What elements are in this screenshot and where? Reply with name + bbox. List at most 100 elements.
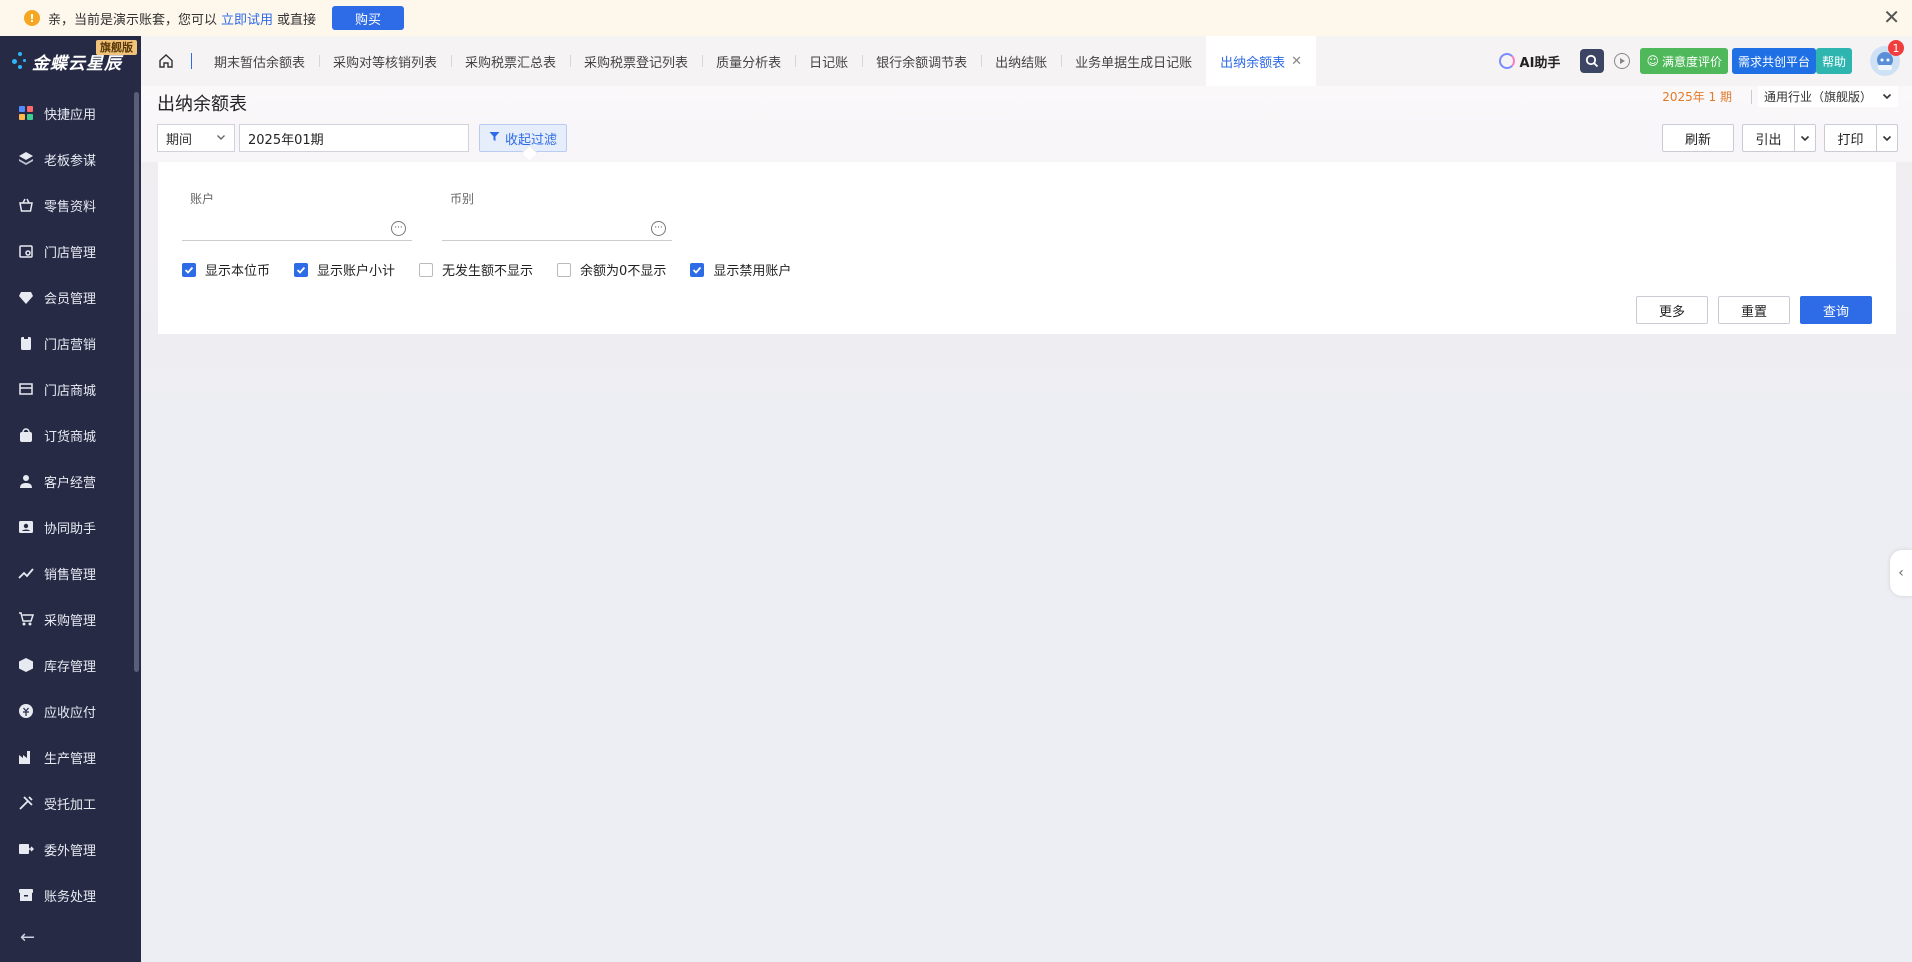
chevron-down-icon — [1882, 90, 1892, 104]
coin-icon — [18, 703, 34, 719]
checkbox-checked-icon[interactable] — [182, 262, 196, 277]
checkbox-unchecked-icon[interactable] — [419, 262, 434, 277]
grid-icon — [18, 105, 34, 121]
ai-assistant-button[interactable]: AI助手 — [1498, 52, 1560, 71]
sidebar-item[interactable]: 门店营销 — [0, 320, 141, 366]
tab-label: 采购对等核销列表 — [333, 55, 438, 71]
close-tab-icon[interactable]: ✕ — [1291, 54, 1302, 69]
sidebar-item[interactable]: 委外管理 — [0, 826, 141, 872]
reset-button[interactable]: 重置 — [1718, 296, 1790, 324]
sidebar-item[interactable]: 应收应付 — [0, 688, 141, 734]
diamond-icon — [18, 289, 34, 305]
chevron-left-icon: ‹ — [1898, 565, 1904, 581]
sidebar-item[interactable]: 门店管理 — [0, 228, 141, 274]
sidebar-item[interactable]: 门店商城 — [0, 366, 141, 412]
print-dropdown-button[interactable] — [1876, 124, 1898, 152]
currency-input[interactable]: ··· — [442, 217, 672, 241]
side-panel-handle[interactable]: ‹ — [1890, 550, 1912, 596]
tab-item[interactable]: 出纳结账 — [981, 36, 1061, 86]
box-icon — [18, 657, 34, 673]
display-option-checkbox[interactable]: 显示本位币 — [182, 260, 270, 279]
query-button[interactable]: 查询 — [1800, 296, 1872, 324]
smile-icon: ☺ — [1646, 54, 1659, 68]
more-options-icon[interactable]: ··· — [391, 221, 406, 236]
home-icon[interactable] — [141, 36, 191, 86]
satisfaction-button[interactable]: ☺ 满意度评价 — [1640, 48, 1728, 74]
sidebar-item[interactable]: 账务处理 — [0, 872, 141, 918]
sidebar-item[interactable]: 老板参谋 — [0, 136, 141, 182]
refresh-button[interactable]: 刷新 — [1662, 124, 1734, 152]
avatar[interactable]: 1 — [1870, 40, 1904, 76]
display-option-checkbox[interactable]: 无发生额不显示 — [419, 260, 533, 279]
satisfaction-label: 满意度评价 — [1661, 54, 1722, 69]
display-option-checkbox[interactable]: 显示账户小计 — [294, 260, 395, 279]
checkbox-checked-icon[interactable] — [690, 262, 705, 277]
display-option-checkbox[interactable]: 余额为0不显示 — [557, 260, 666, 279]
chevron-down-icon — [1800, 135, 1810, 142]
demand-platform-button[interactable]: 需求共创平台 — [1731, 48, 1816, 74]
tab-item[interactable]: 采购对等核销列表 — [319, 36, 451, 86]
checkbox-checked-icon[interactable] — [294, 262, 309, 277]
tab-item[interactable]: 日记账 — [795, 36, 862, 86]
export-dropdown-button[interactable] — [1794, 124, 1816, 152]
ai-icon — [1498, 53, 1515, 69]
buy-button[interactable]: 购买 — [332, 6, 405, 30]
help-button[interactable]: 帮助 — [1815, 48, 1852, 74]
notice-text-suffix: 或直接 — [277, 12, 317, 28]
sidebar-item-label: 采购管理 — [44, 613, 97, 629]
sidebar-item[interactable]: 快捷应用 — [0, 90, 141, 136]
tab-item[interactable]: 期末暂估余额表 — [200, 36, 319, 86]
sidebar-item[interactable]: 订货商城 — [0, 412, 141, 458]
period-type-select[interactable]: 期间 — [157, 124, 235, 152]
print-button[interactable]: 打印 — [1824, 124, 1876, 152]
industry-label: 通用行业（旗舰版） — [1763, 90, 1872, 104]
sidebar-item-label: 账务处理 — [44, 889, 97, 905]
account-input[interactable]: ··· — [182, 217, 412, 241]
sidebar-item[interactable]: 零售资料 — [0, 182, 141, 228]
warning-icon: ! — [24, 10, 40, 26]
sidebar-item[interactable]: 库存管理 — [0, 642, 141, 688]
tab-label: 业务单据生成日记账 — [1075, 55, 1193, 71]
sidebar-item[interactable]: 受托加工 — [0, 780, 141, 826]
more-button[interactable]: 更多 — [1636, 296, 1708, 324]
close-icon[interactable]: ✕ — [1883, 7, 1900, 27]
print-split-button: 打印 — [1824, 124, 1898, 152]
tab-item[interactable]: 出纳余额表 ✕ — [1206, 36, 1317, 86]
header-toolbar: AI助手 ☺ 满意度评价 需求共创平台 帮助 1 — [1498, 36, 1904, 86]
tab-item[interactable]: 质量分析表 — [702, 36, 795, 86]
display-option-checkbox[interactable]: 显示禁用账户 — [690, 260, 791, 279]
brand-logo[interactable]: 金蝶云星辰 旗舰版 — [0, 36, 141, 86]
collapse-sidebar-icon[interactable]: ← — [20, 927, 35, 948]
checkbox-unchecked-icon[interactable] — [557, 262, 572, 277]
industry-selector[interactable]: 通用行业（旗舰版） — [1757, 86, 1898, 107]
more-options-icon[interactable]: ··· — [651, 221, 666, 236]
tab-label: 出纳结账 — [995, 55, 1048, 71]
tab-item[interactable]: 业务单据生成日记账 — [1061, 36, 1206, 86]
sidebar-item[interactable]: 销售管理 — [0, 550, 141, 596]
checkbox-label: 显示禁用账户 — [713, 264, 792, 279]
sidebar-item[interactable]: 会员管理 — [0, 274, 141, 320]
sidebar-scrollbar[interactable] — [134, 92, 139, 672]
sidebar-item[interactable]: 协同助手 — [0, 504, 141, 550]
sidebar-item[interactable]: 客户经营 — [0, 458, 141, 504]
sidebar-item[interactable]: 生产管理 — [0, 734, 141, 780]
play-icon[interactable] — [1614, 53, 1631, 69]
search-icon[interactable] — [1580, 49, 1605, 73]
tab-item[interactable]: 采购税票汇总表 — [451, 36, 570, 86]
period-input[interactable]: 2025年01期 — [239, 124, 469, 152]
cart-icon — [18, 611, 34, 627]
sidebar-item[interactable]: 采购管理 — [0, 596, 141, 642]
export-button[interactable]: 引出 — [1742, 124, 1794, 152]
tab-item[interactable]: 银行余额调节表 — [862, 36, 981, 86]
sidebar-item-label: 门店商城 — [44, 383, 97, 399]
notification-badge: 1 — [1888, 40, 1904, 56]
try-now-link[interactable]: 立即试用 — [221, 9, 273, 28]
collapse-filter-button[interactable]: 收起过滤 — [479, 124, 568, 152]
archive-icon — [18, 887, 34, 903]
tab-label: 银行余额调节表 — [876, 55, 968, 71]
sidebar-item-label: 快捷应用 — [44, 107, 97, 123]
filter-icon — [489, 131, 500, 146]
checkbox-label: 显示账户小计 — [317, 264, 396, 279]
tab-item[interactable]: 采购税票登记列表 — [570, 36, 702, 86]
user-icon — [18, 473, 34, 489]
